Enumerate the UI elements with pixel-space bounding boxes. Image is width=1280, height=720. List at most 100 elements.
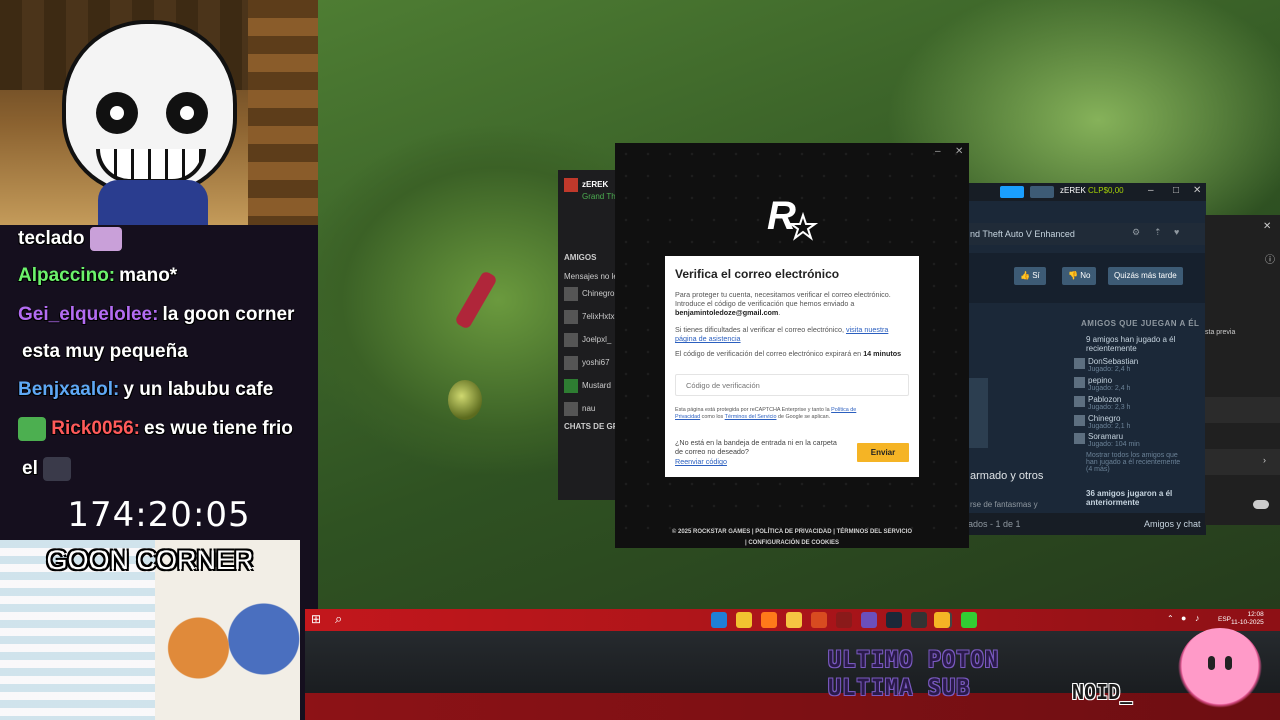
firefox-icon[interactable]: [761, 612, 777, 628]
emote-icon: [89, 227, 122, 251]
group-chats-header[interactable]: CHATS DE GRU: [564, 422, 618, 431]
app-icon[interactable]: [836, 612, 852, 628]
avatar-hoodie: [98, 180, 208, 225]
settings-gear-icon[interactable]: ⚙: [1132, 227, 1140, 238]
recaptcha-notice: Esta página está protegida por reCAPTCHA…: [675, 407, 857, 420]
rate-later-button[interactable]: Quizás más tarde: [1108, 267, 1183, 285]
steam-friend[interactable]: DonSebastian Jugado: 2,4 h: [1074, 357, 1138, 373]
pepe-emote-icon: [18, 417, 46, 441]
steam-titlebar: zEREK CLP$0,00 – □ ✕: [968, 183, 1206, 201]
friend-item[interactable]: 7elixHxtx: [564, 310, 614, 324]
friend-item[interactable]: Chinegro: [564, 287, 614, 301]
rate-no-button[interactable]: 👎 No: [1062, 267, 1097, 285]
chat-username: Rick0056:: [51, 418, 141, 440]
verify-email-dialog: Verifica el correo electrónico Para prot…: [665, 256, 919, 477]
volume-icon[interactable]: ♪: [1195, 613, 1200, 623]
obs-icon[interactable]: [861, 612, 877, 628]
ultimo-poton-label: ULTIMO POTON: [828, 648, 999, 673]
favorite-heart-icon[interactable]: ♥: [1174, 227, 1179, 237]
verification-code-input[interactable]: [675, 374, 909, 396]
kirby-eye: [1225, 656, 1232, 670]
steam-window: zEREK CLP$0,00 – □ ✕ nd Theft Auto V Enh…: [968, 183, 1206, 535]
kirby-mascot: [1178, 628, 1262, 712]
minimize-icon[interactable]: –: [935, 146, 941, 157]
expiry-time: 14 minutos: [863, 349, 902, 358]
upload-icon[interactable]: ⇡: [1154, 227, 1162, 238]
steam-notifications-button[interactable]: [1030, 186, 1054, 198]
steam-footer: ados - 1 de 1 Amigos y chat: [968, 513, 1206, 535]
dialog-intro: Para proteger tu cuenta, necesitamos ver…: [675, 290, 891, 317]
chat-message: teclado: [18, 227, 122, 251]
show-all-friends-link[interactable]: Mostrar todos los amigos que han jugado …: [1086, 452, 1182, 473]
launcher-profile[interactable]: zEREK Grand Th: [564, 178, 616, 201]
app-icon[interactable]: [961, 612, 977, 628]
friend-item[interactable]: nau: [564, 402, 595, 416]
steam-friend[interactable]: Chinegro Jugado: 2,1 h: [1074, 414, 1130, 430]
chat-username: Benjxaalol:: [18, 379, 120, 400]
file-explorer-icon[interactable]: [786, 612, 802, 628]
steam-announce-button[interactable]: [1000, 186, 1024, 198]
info-icon[interactable]: ⓘ: [1265, 251, 1275, 266]
steam-friend[interactable]: Pablozon Jugado: 2,3 h: [1074, 395, 1130, 411]
friend-name: 7elixHxtx: [582, 312, 615, 322]
chat-message: Benjxaalol: y un labubu cafe: [18, 379, 273, 401]
chat-text: el: [22, 458, 38, 480]
friend-name: nau: [582, 404, 596, 414]
game-screenshot-thumb[interactable]: [968, 378, 988, 448]
friends-header: AMIGOS: [564, 253, 597, 262]
edge-browser-icon[interactable]: [711, 612, 727, 628]
app-icon[interactable]: [811, 612, 827, 628]
chevron-right-icon: ›: [1263, 455, 1266, 465]
resend-code-link[interactable]: Reenviar código: [675, 457, 727, 466]
friends-chat-button[interactable]: Amigos y chat: [1144, 519, 1201, 529]
steam-maximize-icon[interactable]: □: [1173, 185, 1179, 196]
tray-chevron-icon[interactable]: ⌃: [1167, 614, 1174, 623]
windows-taskbar: ⊞ ⌕ ⌃ ● ♪ ESP 12:08 11-10-2025: [305, 609, 1280, 631]
microphone-icon[interactable]: ●: [1181, 613, 1186, 623]
steam-minimize-icon[interactable]: –: [1148, 185, 1154, 196]
chat-text: y un labubu cafe: [123, 379, 274, 400]
chat-message: Rick0056: es wue tiene frio: [18, 417, 293, 441]
footer-terms-link[interactable]: TÉRMINOS DEL SERVICIO: [837, 529, 912, 535]
send-button[interactable]: Enviar: [857, 443, 909, 462]
language-indicator[interactable]: ESP: [1218, 616, 1231, 624]
friend-avatar: [1074, 433, 1085, 444]
windows-start-icon[interactable]: ⊞: [311, 612, 321, 626]
stream-bottom-strip: [305, 631, 1280, 693]
friend-avatar: [564, 402, 578, 416]
chat-text: es wue tiene frio: [144, 418, 293, 440]
footer-cookies-link[interactable]: CONFIGURACIÓN DE COOKIES: [748, 540, 839, 546]
friend-avatar: [564, 379, 578, 393]
svg-text:R: R: [767, 194, 796, 238]
settings-row[interactable]: ›: [1205, 449, 1280, 475]
search-icon[interactable]: ⌕: [335, 611, 342, 627]
friend-item[interactable]: Joelpxl_: [564, 333, 611, 347]
toggle-switch[interactable]: [1253, 500, 1269, 509]
clock[interactable]: 12:08 11-10-2025: [1231, 611, 1264, 627]
mirrored-taskbar: [305, 693, 1280, 720]
settings-row[interactable]: [1205, 397, 1280, 423]
chat-text: teclado: [18, 228, 85, 250]
footer-privacy-link[interactable]: POLÍTICA DE PRIVACIDAD: [755, 529, 831, 535]
close-icon[interactable]: ✕: [1263, 221, 1271, 232]
friends-playing-header: AMIGOS QUE JUEGAN A ÉL: [1081, 319, 1200, 328]
steam-username[interactable]: zEREK CLP$0,00: [1060, 186, 1124, 195]
friends-before-count: 36 amigos jugaron a él anteriormente: [1086, 489, 1173, 507]
steam-friend[interactable]: pepino Jugado: 2,4 h: [1074, 376, 1130, 392]
close-icon[interactable]: ✕: [955, 146, 963, 157]
dialog-expiry: El código de verificación del correo ele…: [675, 349, 902, 358]
rockstar-launcher-icon[interactable]: [934, 612, 950, 628]
rate-yes-button[interactable]: 👍 Sí: [1014, 267, 1046, 285]
friend-item[interactable]: yoshi67: [564, 356, 610, 370]
webcam-shelf: [248, 0, 318, 225]
webcam-feed: [0, 0, 318, 225]
steam-close-icon[interactable]: ✕: [1193, 185, 1201, 196]
friend-item[interactable]: Mustard: [564, 379, 611, 393]
chrome-browser-icon[interactable]: [736, 612, 752, 628]
steam-icon[interactable]: [886, 612, 902, 628]
terms-of-service-link[interactable]: Términos del Servicio: [725, 414, 777, 420]
chat-username: Gei_elquelolee:: [18, 304, 159, 325]
profile-name: zEREK: [582, 180, 609, 190]
app-icon[interactable]: [911, 612, 927, 628]
steam-friend[interactable]: Soramaru Jugado: 104 min: [1074, 432, 1140, 448]
